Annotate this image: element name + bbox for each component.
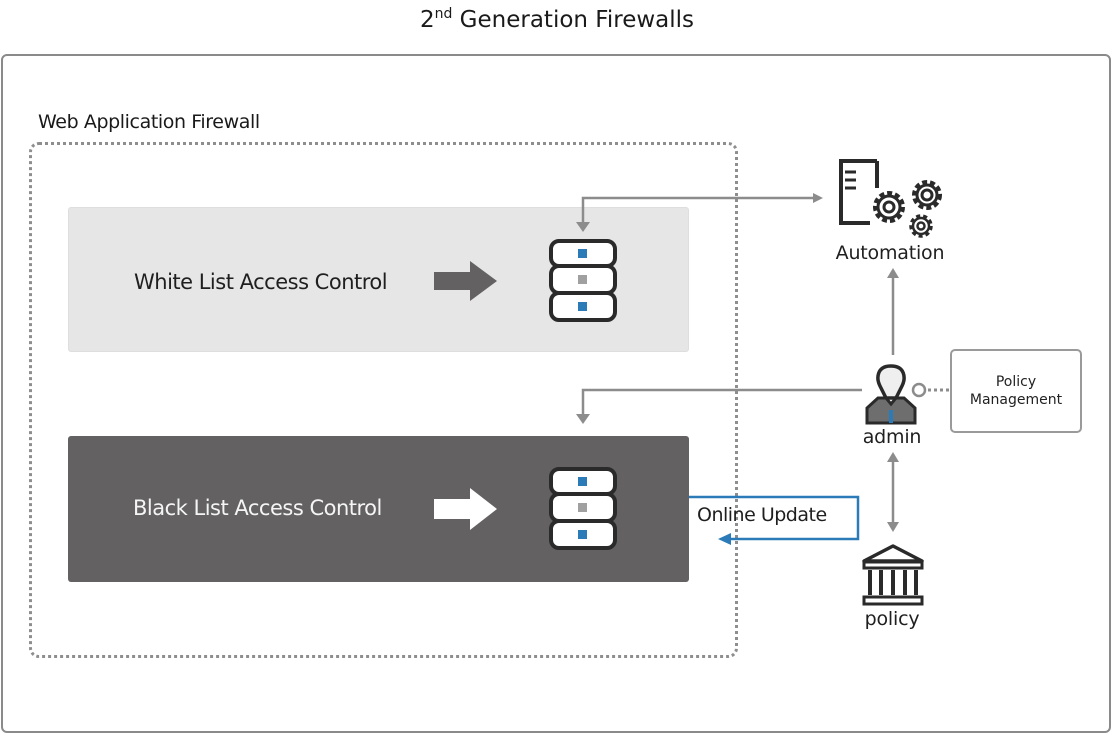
admin-label: admin (862, 426, 922, 448)
admin-user-icon (865, 364, 917, 425)
admin-to-blacklist-connector (576, 388, 862, 424)
admin-policy-connector (887, 452, 899, 532)
automation-icon (839, 159, 942, 238)
policy-management-line2: Management (969, 392, 1063, 408)
policy-building-icon (862, 544, 924, 606)
policy-management-box: Policy Management (950, 349, 1082, 433)
policy-management-line1: Policy (995, 374, 1037, 390)
policy-label: policy (864, 608, 920, 630)
admin-to-automation-connector (887, 268, 899, 355)
white-list-server-icon (549, 239, 617, 322)
automation-connector (576, 193, 823, 232)
white-list-arrow-icon (434, 261, 497, 301)
online-update-label: Online Update (697, 504, 827, 526)
black-list-arrow-icon (434, 488, 497, 530)
black-list-server-icon (549, 467, 617, 550)
automation-label: Automation (835, 242, 945, 264)
diagram-graphics (434, 159, 950, 606)
policy-management-link (911, 382, 950, 398)
